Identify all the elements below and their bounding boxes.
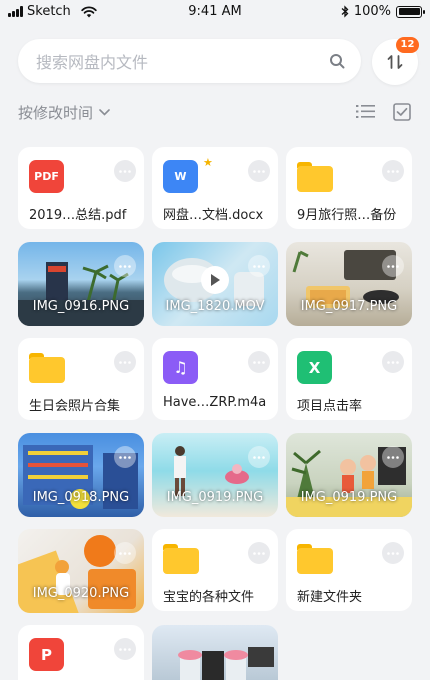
ellipsis-icon [387, 264, 399, 268]
ellipsis-icon [387, 169, 399, 173]
file-item[interactable]: X 项目点击率 [286, 338, 412, 420]
ellipsis-icon [387, 360, 399, 364]
image-item[interactable] [152, 625, 278, 680]
ellipsis-icon [119, 455, 131, 459]
image-name: IMG_0918.PNG [32, 490, 130, 505]
file-item[interactable]: P [18, 625, 144, 680]
word-icon: W [163, 160, 198, 193]
folder-item[interactable]: 9月旅行照…备份 [286, 147, 412, 229]
search-input[interactable]: 搜索网盘内文件 [36, 49, 329, 73]
more-options-button[interactable] [114, 351, 136, 373]
ellipsis-icon [253, 169, 265, 173]
more-options-button[interactable] [382, 255, 404, 277]
sort-dropdown[interactable]: 按修改时间 [18, 102, 110, 123]
folder-item[interactable]: 新建文件夹 [286, 529, 412, 611]
more-options-button[interactable] [114, 446, 136, 468]
file-item[interactable]: PDF 2019…总结.pdf [18, 147, 144, 229]
folder-name: 新建文件夹 [297, 590, 363, 605]
ellipsis-icon [119, 551, 131, 555]
folder-name: 生日会照片合集 [29, 399, 121, 414]
file-item[interactable]: ♫ Have…ZRP.m4a [152, 338, 278, 420]
image-name: IMG_0920.PNG [32, 586, 130, 601]
more-options-button[interactable] [248, 160, 270, 182]
more-options-button[interactable] [248, 255, 270, 277]
transfer-arrows-icon [387, 55, 403, 69]
video-name: IMG_1820.MOV [165, 299, 265, 314]
bluetooth-icon [341, 5, 349, 18]
ppt-icon: P [29, 638, 64, 671]
folder-name: 宝宝的各种文件 [163, 590, 255, 605]
excel-icon: X [297, 351, 332, 384]
video-item[interactable]: IMG_1820.MOV [152, 242, 278, 326]
image-item[interactable]: IMG_0918.PNG [18, 433, 144, 517]
image-name: IMG_0919.PNG [300, 490, 398, 505]
more-options-button[interactable] [382, 351, 404, 373]
more-options-button[interactable] [382, 160, 404, 182]
file-name: 2019…总结.pdf [29, 208, 127, 223]
battery-percent: 100% [353, 4, 391, 19]
pdf-icon: PDF [29, 160, 64, 193]
folder-item[interactable]: 宝宝的各种文件 [152, 529, 278, 611]
image-name: IMG_0919.PNG [166, 490, 264, 505]
folder-icon [297, 160, 333, 193]
more-options-button[interactable] [114, 160, 136, 182]
more-options-button[interactable] [382, 446, 404, 468]
file-name: 项目点击率 [297, 399, 363, 414]
ellipsis-icon [253, 455, 265, 459]
ellipsis-icon [253, 360, 265, 364]
play-icon[interactable] [201, 266, 229, 294]
folder-icon [297, 542, 333, 575]
list-view-icon[interactable] [356, 104, 375, 119]
ellipsis-icon [119, 360, 131, 364]
search-bar[interactable]: 搜索网盘内文件 [18, 39, 361, 83]
more-options-button[interactable] [114, 255, 136, 277]
image-item[interactable]: IMG_0919.PNG [152, 433, 278, 517]
ellipsis-icon [119, 264, 131, 268]
more-options-button[interactable] [248, 351, 270, 373]
photo-thumbnail [178, 647, 274, 680]
ellipsis-icon [387, 551, 399, 555]
ellipsis-icon [253, 551, 265, 555]
folder-icon [163, 542, 199, 575]
folder-icon [29, 351, 65, 384]
file-item[interactable]: W ★ 网盘…文档.docx [152, 147, 278, 229]
battery-icon [396, 5, 425, 18]
select-checkbox-icon[interactable] [393, 103, 411, 121]
music-icon: ♫ [163, 351, 198, 384]
file-name: 网盘…文档.docx [163, 208, 264, 223]
image-name: IMG_0917.PNG [300, 299, 398, 314]
notification-badge: 12 [396, 37, 419, 53]
more-options-button[interactable] [114, 542, 136, 564]
more-options-button[interactable] [248, 446, 270, 468]
more-options-button[interactable] [382, 542, 404, 564]
image-item[interactable]: IMG_0919.PNG [286, 433, 412, 517]
search-icon[interactable] [329, 53, 345, 69]
star-icon: ★ [203, 156, 213, 169]
image-name: IMG_0916.PNG [32, 299, 130, 314]
file-name: Have…ZRP.m4a [163, 395, 267, 410]
image-item[interactable]: IMG_0916.PNG [18, 242, 144, 326]
image-item[interactable]: IMG_0917.PNG [286, 242, 412, 326]
ellipsis-icon [119, 647, 131, 651]
ellipsis-icon [387, 455, 399, 459]
ellipsis-icon [119, 169, 131, 173]
more-options-button[interactable] [248, 542, 270, 564]
ellipsis-icon [253, 264, 265, 268]
image-item[interactable]: IMG_0920.PNG [18, 529, 144, 613]
folder-item[interactable]: 生日会照片合集 [18, 338, 144, 420]
status-bar: Sketch 9:41 AM 100% [0, 0, 430, 24]
folder-name: 9月旅行照…备份 [297, 208, 397, 223]
chevron-down-icon [99, 109, 110, 116]
sort-label: 按修改时间 [18, 104, 94, 122]
more-options-button[interactable] [114, 638, 136, 660]
